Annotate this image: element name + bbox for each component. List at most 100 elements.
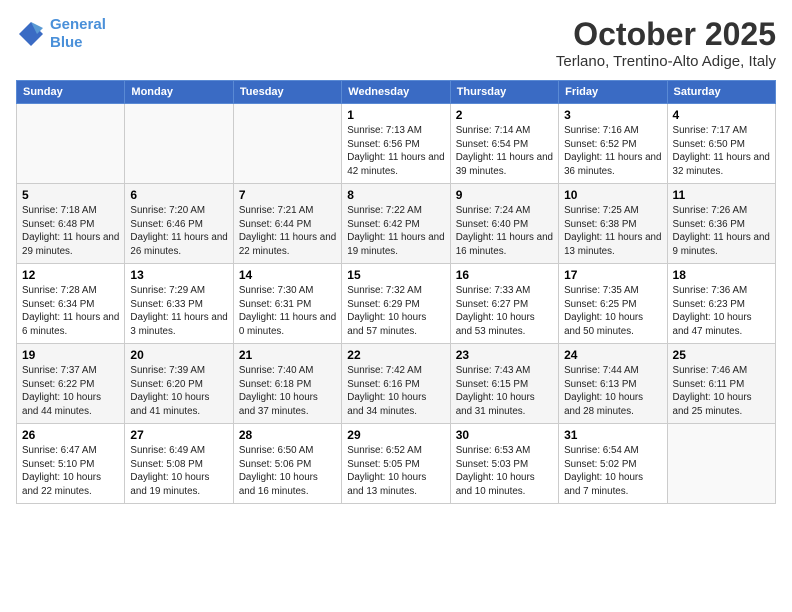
day-cell: [17, 104, 125, 184]
day-cell: 26 Sunrise: 6:47 AMSunset: 5:10 PMDayligh…: [17, 424, 125, 504]
day-number: 29: [347, 428, 444, 442]
day-cell: 8 Sunrise: 7:22 AMSunset: 6:42 PMDaylight…: [342, 184, 450, 264]
day-number: 13: [130, 268, 227, 282]
week-row-3: 12 Sunrise: 7:28 AMSunset: 6:34 PMDayligh…: [17, 264, 776, 344]
day-cell: 25Sunrise: 7:46 AMSunset: 6:11 PMDayligh…: [667, 344, 775, 424]
day-cell: 24 Sunrise: 7:44 AMSunset: 6:13 PMDayligh…: [559, 344, 667, 424]
day-info: Sunrise: 7:22 AMSunset: 6:42 PMDaylight:…: [347, 204, 444, 259]
header: General Blue October 2025 Terlano, Trent…: [16, 16, 776, 70]
day-cell: 28 Sunrise: 6:50 AMSunset: 5:06 PMDayligh…: [233, 424, 341, 504]
day-number: 27: [130, 428, 227, 442]
calendar-table: SundayMondayTuesdayWednesdayThursdayFrid…: [16, 80, 776, 504]
day-info: Sunrise: 7:36 AMSunset: 6:23 PMDaylight:…: [673, 284, 770, 339]
day-number: 11: [673, 188, 770, 202]
day-number: 31: [564, 428, 661, 442]
day-info: Sunrise: 7:24 AMSunset: 6:40 PMDaylight:…: [456, 204, 553, 259]
day-info: Sunrise: 7:26 AMSunset: 6:36 PMDaylight:…: [673, 204, 770, 259]
day-info: Sunrise: 7:18 AMSunset: 6:48 PMDaylight:…: [22, 204, 119, 259]
day-cell: 17 Sunrise: 7:35 AMSunset: 6:25 PMDayligh…: [559, 264, 667, 344]
week-row-2: 5Sunrise: 7:18 AMSunset: 6:48 PMDaylight…: [17, 184, 776, 264]
day-info: Sunrise: 7:42 AMSunset: 6:16 PMDaylight:…: [347, 364, 444, 419]
day-info: Sunrise: 7:17 AMSunset: 6:50 PMDaylight:…: [673, 124, 770, 179]
day-number: 2: [456, 108, 553, 122]
day-number: 25: [673, 348, 770, 362]
day-info: Sunrise: 7:44 AMSunset: 6:13 PMDaylight:…: [564, 364, 661, 419]
logo-text: General Blue: [50, 16, 106, 52]
day-header-monday: Monday: [125, 81, 233, 104]
day-number: 28: [239, 428, 336, 442]
day-cell: 6 Sunrise: 7:20 AMSunset: 6:46 PMDaylight…: [125, 184, 233, 264]
day-info: Sunrise: 6:47 AMSunset: 5:10 PMDaylight:…: [22, 444, 119, 499]
day-info: Sunrise: 7:35 AMSunset: 6:25 PMDaylight:…: [564, 284, 661, 339]
day-cell: 19Sunrise: 7:37 AMSunset: 6:22 PMDayligh…: [17, 344, 125, 424]
day-number: 26: [22, 428, 119, 442]
logo-icon: [16, 19, 46, 49]
day-cell: 3 Sunrise: 7:16 AMSunset: 6:52 PMDaylight…: [559, 104, 667, 184]
day-number: 3: [564, 108, 661, 122]
day-number: 12: [22, 268, 119, 282]
week-row-5: 26 Sunrise: 6:47 AMSunset: 5:10 PMDayligh…: [17, 424, 776, 504]
day-number: 22: [347, 348, 444, 362]
day-info: Sunrise: 7:30 AMSunset: 6:31 PMDaylight:…: [239, 284, 336, 339]
day-info: Sunrise: 6:53 AMSunset: 5:03 PMDaylight:…: [456, 444, 553, 499]
day-info: Sunrise: 7:33 AMSunset: 6:27 PMDaylight:…: [456, 284, 553, 339]
day-cell: [125, 104, 233, 184]
day-info: Sunrise: 7:28 AMSunset: 6:34 PMDaylight:…: [22, 284, 119, 339]
day-number: 1: [347, 108, 444, 122]
day-cell: 2Sunrise: 7:14 AMSunset: 6:54 PMDaylight…: [450, 104, 558, 184]
day-number: 20: [130, 348, 227, 362]
day-number: 4: [673, 108, 770, 122]
month-title: October 2025: [556, 16, 776, 53]
day-header-sunday: Sunday: [17, 81, 125, 104]
day-cell: 23Sunrise: 7:43 AMSunset: 6:15 PMDayligh…: [450, 344, 558, 424]
day-info: Sunrise: 7:29 AMSunset: 6:33 PMDaylight:…: [130, 284, 227, 339]
day-info: Sunrise: 6:52 AMSunset: 5:05 PMDaylight:…: [347, 444, 444, 499]
day-cell: 29 Sunrise: 6:52 AMSunset: 5:05 PMDayligh…: [342, 424, 450, 504]
day-header-thursday: Thursday: [450, 81, 558, 104]
title-area: October 2025 Terlano, Trentino-Alto Adig…: [556, 16, 776, 70]
day-info: Sunrise: 7:13 AMSunset: 6:56 PMDaylight:…: [347, 124, 444, 179]
day-number: 8: [347, 188, 444, 202]
day-cell: 27Sunrise: 6:49 AMSunset: 5:08 PMDayligh…: [125, 424, 233, 504]
day-number: 7: [239, 188, 336, 202]
day-header-tuesday: Tuesday: [233, 81, 341, 104]
day-number: 16: [456, 268, 553, 282]
day-number: 14: [239, 268, 336, 282]
logo-line2: Blue: [50, 34, 83, 51]
day-cell: [667, 424, 775, 504]
day-info: Sunrise: 7:40 AMSunset: 6:18 PMDaylight:…: [239, 364, 336, 419]
day-number: 17: [564, 268, 661, 282]
day-number: 21: [239, 348, 336, 362]
day-number: 18: [673, 268, 770, 282]
day-info: Sunrise: 6:50 AMSunset: 5:06 PMDaylight:…: [239, 444, 336, 499]
week-row-4: 19Sunrise: 7:37 AMSunset: 6:22 PMDayligh…: [17, 344, 776, 424]
day-cell: 20Sunrise: 7:39 AMSunset: 6:20 PMDayligh…: [125, 344, 233, 424]
day-number: 9: [456, 188, 553, 202]
day-number: 19: [22, 348, 119, 362]
day-header-friday: Friday: [559, 81, 667, 104]
day-number: 24: [564, 348, 661, 362]
day-cell: 1 Sunrise: 7:13 AMSunset: 6:56 PMDaylight…: [342, 104, 450, 184]
day-cell: 15Sunrise: 7:32 AMSunset: 6:29 PMDayligh…: [342, 264, 450, 344]
day-info: Sunrise: 7:16 AMSunset: 6:52 PMDaylight:…: [564, 124, 661, 179]
day-info: Sunrise: 6:54 AMSunset: 5:02 PMDaylight:…: [564, 444, 661, 499]
day-cell: 7 Sunrise: 7:21 AMSunset: 6:44 PMDaylight…: [233, 184, 341, 264]
day-cell: 9 Sunrise: 7:24 AMSunset: 6:40 PMDaylight…: [450, 184, 558, 264]
day-header-wednesday: Wednesday: [342, 81, 450, 104]
day-info: Sunrise: 7:21 AMSunset: 6:44 PMDaylight:…: [239, 204, 336, 259]
day-cell: 11 Sunrise: 7:26 AMSunset: 6:36 PMDayligh…: [667, 184, 775, 264]
day-info: Sunrise: 7:20 AMSunset: 6:46 PMDaylight:…: [130, 204, 227, 259]
day-cell: 13 Sunrise: 7:29 AMSunset: 6:33 PMDayligh…: [125, 264, 233, 344]
logo-line1: General: [50, 16, 106, 33]
day-cell: 12 Sunrise: 7:28 AMSunset: 6:34 PMDayligh…: [17, 264, 125, 344]
day-cell: 14 Sunrise: 7:30 AMSunset: 6:31 PMDayligh…: [233, 264, 341, 344]
day-cell: 16 Sunrise: 7:33 AMSunset: 6:27 PMDayligh…: [450, 264, 558, 344]
logo: General Blue: [16, 16, 106, 52]
day-number: 30: [456, 428, 553, 442]
day-cell: 30 Sunrise: 6:53 AMSunset: 5:03 PMDayligh…: [450, 424, 558, 504]
day-number: 6: [130, 188, 227, 202]
day-cell: 21 Sunrise: 7:40 AMSunset: 6:18 PMDayligh…: [233, 344, 341, 424]
day-info: Sunrise: 7:25 AMSunset: 6:38 PMDaylight:…: [564, 204, 661, 259]
day-info: Sunrise: 7:43 AMSunset: 6:15 PMDaylight:…: [456, 364, 553, 419]
day-cell: 18 Sunrise: 7:36 AMSunset: 6:23 PMDayligh…: [667, 264, 775, 344]
